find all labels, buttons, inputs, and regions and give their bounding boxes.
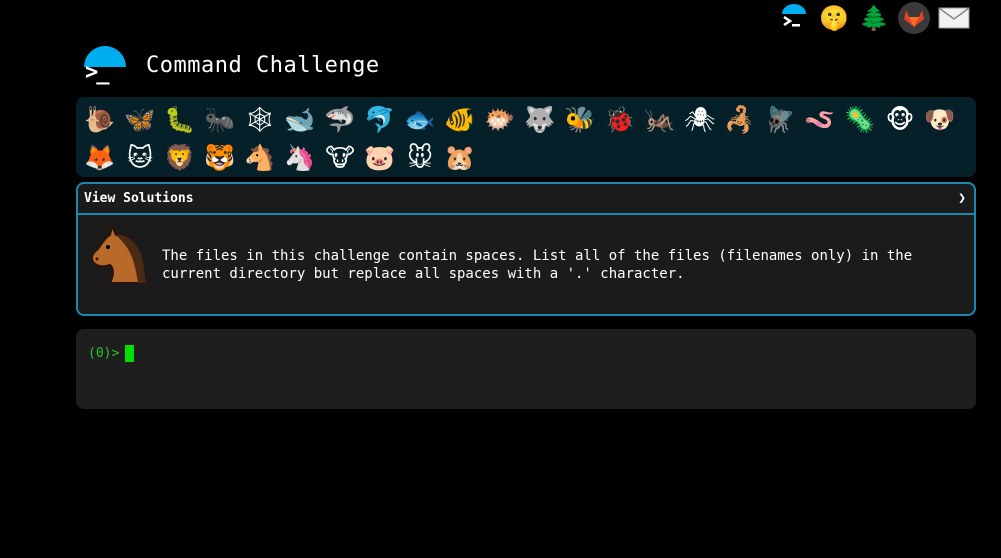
challenge-body: The files in this challenge contain spac… [78,215,974,285]
terminal-cursor [125,345,135,362]
animal-cow-icon[interactable]: 🐮 [320,138,360,176]
animal-caterpillar-icon[interactable]: 🐛 [160,100,200,138]
animal-tropical-fish-icon[interactable]: 🐠 [440,100,480,138]
view-solutions-label: View Solutions [84,191,194,206]
terminal-prompt: (0)> [88,346,120,361]
animal-microbe-icon[interactable]: 🦠 [840,100,880,138]
challenge-panel: View Solutions ❯ The files in this chall… [76,182,976,316]
page-title: Command Challenge [146,52,380,78]
animal-lion-icon[interactable]: 🦁 [160,138,200,176]
animal-cricket-icon[interactable]: 🦗 [640,100,680,138]
animal-web-icon[interactable]: 🕸 [240,100,280,138]
view-solutions-toggle[interactable]: View Solutions ❯ [78,184,974,215]
animal-ant-icon[interactable]: 🐜 [200,100,240,138]
gitlab-icon[interactable] [894,0,934,36]
animal-butterfly-icon[interactable]: 🦋 [120,100,160,138]
animal-dog-icon[interactable]: 🐶 [920,100,960,138]
animal-bee-icon[interactable]: 🐝 [560,100,600,138]
animal-horse-icon[interactable]: 🐴 [240,138,280,176]
mail-icon[interactable] [934,0,974,36]
animal-unicorn-icon[interactable]: 🦄 [280,138,320,176]
animal-fox-icon[interactable]: 🦊 [80,138,120,176]
shushing-face-icon[interactable]: 🤫 [814,0,854,36]
terminal[interactable]: (0)> [76,329,976,409]
challenge-animal-list: 🐌 🦋 🐛 🐜 🕸 🐋 🦈 🐬 🐟 🐠 🐡 🐺 🐝 🐞 🦗 🕷 🦂 🪰 🪱 🦠 🐵 🐶 🦊 🐱 🦁 🐯 🐴 🦄 🐮 🐷 🐭 🐹 [76,97,976,177]
animal-wolf-icon[interactable]: 🐺 [520,100,560,138]
logo-prompt-icon: >_ [85,60,109,85]
animal-fish-icon[interactable]: 🐟 [400,100,440,138]
animal-snail-icon[interactable]: 🐌 [80,100,120,138]
horse-icon [88,222,148,285]
animal-worm-icon[interactable]: 🪱 [800,100,840,138]
chevron-right-icon: ❯ [958,191,966,206]
animal-mouse-icon[interactable]: 🐭 [400,138,440,176]
animal-pufferfish-icon[interactable]: 🐡 [480,100,520,138]
animal-spider-icon[interactable]: 🕷 [680,100,720,138]
animal-hamster-icon[interactable]: 🐹 [440,138,480,176]
top-icons-bar: 🤫 🌲 [774,0,974,36]
page-header: >_ Command Challenge [82,40,380,90]
command-challenge-logo[interactable]: >_ [82,44,128,86]
challenge-description: The files in this challenge contain spac… [162,248,913,282]
animal-scorpion-icon[interactable]: 🦂 [720,100,760,138]
terminal-prompt-line[interactable]: (0)> [88,345,964,362]
animal-monkey-icon[interactable]: 🐵 [880,100,920,138]
animal-whale-icon[interactable]: 🐋 [280,100,320,138]
animal-dolphin-icon[interactable]: 🐬 [360,100,400,138]
animal-ladybug-icon[interactable]: 🐞 [600,100,640,138]
animal-shark-icon[interactable]: 🦈 [320,100,360,138]
command-logo-icon[interactable] [774,0,814,36]
animal-fly-icon[interactable]: 🪰 [760,100,800,138]
tree-icon[interactable]: 🌲 [854,0,894,36]
animal-cat-icon[interactable]: 🐱 [120,138,160,176]
animal-tiger-icon[interactable]: 🐯 [200,138,240,176]
animal-pig-icon[interactable]: 🐷 [360,138,400,176]
